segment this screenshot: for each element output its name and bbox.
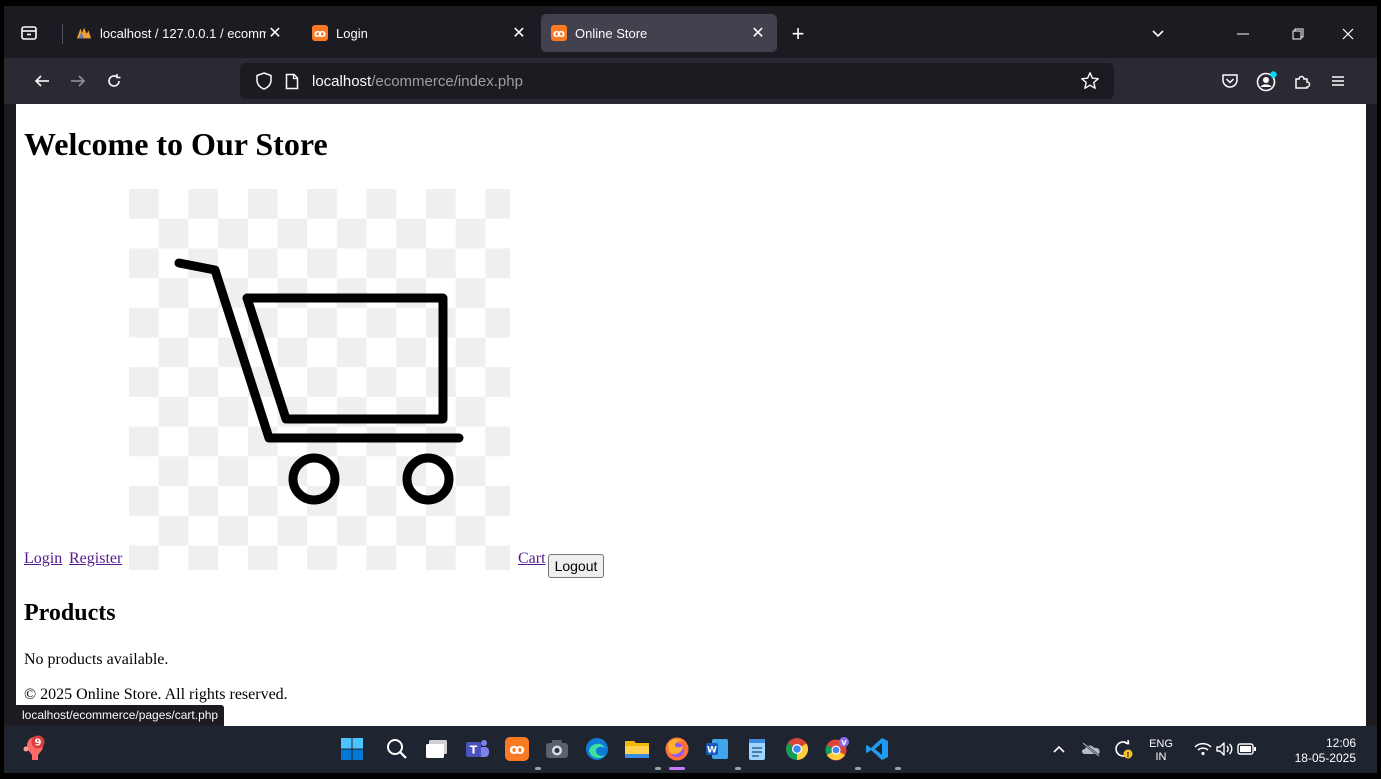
svg-text:ꝏ: ꝏ (314, 27, 326, 40)
forward-arrow-icon[interactable] (64, 67, 92, 95)
running-indicator (735, 767, 741, 770)
no-products-message: No products available. (24, 651, 169, 668)
svg-text:T: T (470, 744, 478, 757)
chrome-icon[interactable] (784, 736, 810, 762)
tab-login[interactable]: ꝏ Login ✕ (302, 14, 538, 52)
windows-taskbar: 9 T ꝏ W V ! ENG IN 12:06 18-05-2025 (4, 726, 1377, 773)
reload-icon[interactable] (100, 67, 128, 95)
clock-time: 12:06 (1325, 736, 1356, 750)
browser-window: localhost / 127.0.0.1 / ecommerce ✕ ꝏ Lo… (4, 6, 1377, 773)
svg-text:W: W (707, 746, 717, 756)
camera-icon[interactable] (544, 736, 570, 762)
start-icon[interactable] (339, 736, 365, 762)
address-bar[interactable]: localhost/ecommerce/index.php (240, 63, 1114, 99)
tab-title: Login (336, 25, 368, 41)
sync-warning-icon[interactable]: ! (1110, 736, 1136, 762)
file-explorer-icon[interactable] (624, 736, 650, 762)
cart-link[interactable]: Cart (518, 550, 546, 568)
task-view-icon[interactable] (424, 736, 450, 762)
tab-list-icon[interactable] (16, 20, 42, 46)
close-tab-icon[interactable]: ✕ (749, 24, 767, 42)
navigation-toolbar: localhost/ecommerce/index.php (4, 58, 1377, 104)
running-indicator (895, 767, 901, 770)
notification-count: 9 (35, 738, 42, 749)
products-heading: Products (24, 600, 116, 626)
page-title: Welcome to Our Store (24, 126, 328, 162)
logout-button[interactable]: Logout (548, 554, 604, 578)
register-link[interactable]: Register (69, 550, 122, 568)
chrome-profile-icon[interactable]: V (824, 736, 850, 762)
teams-icon[interactable]: T (464, 736, 490, 762)
url-text[interactable]: localhost/ecommerce/index.php (312, 73, 523, 90)
language-indicator[interactable]: ENG IN (1144, 738, 1178, 764)
login-link[interactable]: Login (24, 550, 62, 568)
back-arrow-icon[interactable] (28, 67, 56, 95)
menu-hamburger-icon[interactable] (1324, 67, 1352, 95)
status-bar-url: localhost/ecommerce/pages/cart.php (16, 705, 225, 726)
web-page-content: Welcome to Our Store Login Register Cart… (16, 104, 1366, 726)
edge-icon[interactable] (584, 736, 610, 762)
url-host: localhost (312, 72, 372, 90)
running-indicator (655, 767, 661, 770)
svg-text:ꝏ: ꝏ (553, 27, 565, 40)
account-icon[interactable] (1253, 67, 1281, 95)
extensions-icon[interactable] (1288, 67, 1316, 95)
clock[interactable]: 12:06 18-05-2025 (1272, 736, 1356, 766)
footer-copyright: © 2025 Online Store. All rights reserved… (24, 686, 288, 703)
page-info-icon[interactable] (282, 71, 302, 91)
svg-text:ꝏ: ꝏ (509, 742, 524, 758)
tab-title: localhost / 127.0.0.1 / ecommerce (100, 25, 266, 41)
vscode-icon[interactable] (864, 736, 890, 762)
firefox-icon[interactable] (664, 736, 690, 762)
tab-strip: localhost / 127.0.0.1 / ecommerce ✕ ꝏ Lo… (4, 6, 1377, 58)
tracking-shield-icon[interactable] (254, 71, 274, 91)
chevron-up-icon[interactable] (1046, 736, 1072, 762)
close-tab-icon[interactable]: ✕ (266, 24, 284, 42)
word-icon[interactable]: W (704, 736, 730, 762)
onedrive-off-icon[interactable] (1078, 736, 1104, 762)
tab-online-store[interactable]: ꝏ Online Store ✕ (541, 14, 777, 52)
minimize-button[interactable] (1229, 20, 1257, 48)
clock-date: 18-05-2025 (1294, 751, 1356, 765)
language-code: ENG (1149, 738, 1173, 750)
notepad-icon[interactable] (744, 736, 770, 762)
running-indicator (855, 767, 861, 770)
pocket-icon[interactable] (1216, 67, 1244, 95)
search-icon[interactable] (384, 736, 410, 762)
xampp-icon: ꝏ (312, 25, 328, 41)
running-indicator-active (669, 767, 685, 770)
shopping-cart-icon (129, 189, 510, 570)
restore-button[interactable] (1284, 20, 1312, 48)
close-tab-icon[interactable]: ✕ (510, 24, 528, 42)
svg-text:!: ! (1126, 751, 1129, 759)
new-tab-button[interactable]: + (784, 20, 812, 48)
copilot-notification-icon[interactable]: 9 (22, 735, 48, 762)
close-window-button[interactable] (1334, 20, 1362, 48)
url-path: /ecommerce/index.php (371, 72, 523, 90)
svg-text:V: V (841, 739, 847, 747)
bookmark-star-icon[interactable] (1080, 71, 1100, 91)
tab-separator (62, 24, 63, 44)
tab-overflow-chevron-icon[interactable] (1144, 20, 1172, 48)
xampp-icon[interactable]: ꝏ (504, 736, 530, 762)
battery-icon[interactable] (1234, 736, 1260, 762)
xampp-icon: ꝏ (551, 25, 567, 41)
running-indicator (535, 767, 541, 770)
tab-phpmyadmin[interactable]: localhost / 127.0.0.1 / ecommerce ✕ (66, 14, 294, 52)
language-region: IN (1155, 751, 1167, 763)
phpmyadmin-icon (76, 25, 92, 41)
tab-title: Online Store (575, 25, 648, 41)
